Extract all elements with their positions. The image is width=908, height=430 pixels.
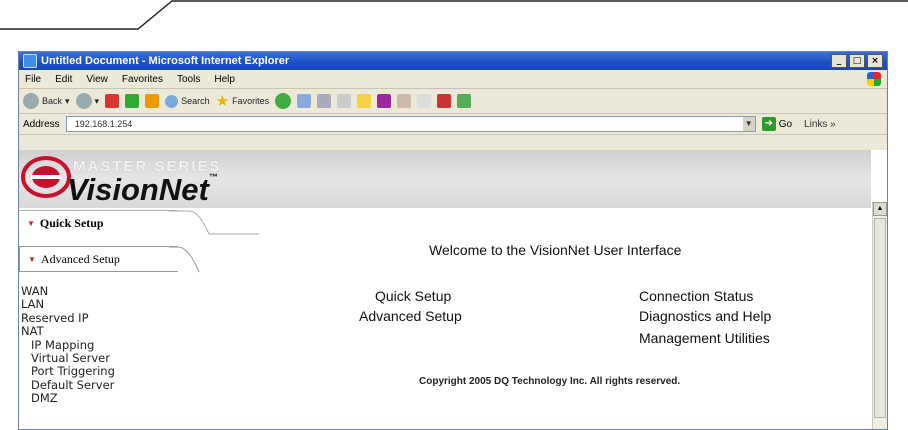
ie-icon — [23, 54, 37, 68]
go-button[interactable]: ➔ Go — [761, 117, 793, 131]
back-label: Back — [42, 96, 63, 106]
sidebar-item-nat[interactable]: NAT — [21, 324, 115, 338]
visionnet-logo-text: VisionNet™ — [67, 172, 218, 208]
maximize-button[interactable]: □ — [849, 54, 865, 68]
search-label: Search — [181, 96, 210, 106]
windows-logo-icon — [867, 72, 881, 86]
title-bar: Untitled Document - Microsoft Internet E… — [19, 52, 887, 70]
minimize-button[interactable]: _ — [831, 54, 847, 68]
messenger-icon[interactable] — [377, 94, 392, 108]
sidebar-item-lan[interactable]: LAN — [21, 297, 115, 311]
forward-button[interactable]: ▾ — [75, 93, 99, 109]
sidebar-item-dmz[interactable]: DMZ — [21, 391, 115, 405]
connection-status-link[interactable]: Connection Status — [639, 288, 753, 304]
tab-quick-setup[interactable]: ▼ Quick Setup — [19, 210, 177, 235]
triangle-down-icon: ▼ — [27, 218, 35, 228]
standard-toolbar: Back ▾ ▾ Search ★ Favorites — [19, 89, 887, 114]
vertical-scrollbar[interactable]: ▲ — [872, 202, 887, 429]
research-icon[interactable] — [397, 94, 412, 108]
trademark: ™ — [208, 172, 218, 182]
menu-view[interactable]: View — [86, 74, 108, 85]
menu-tools[interactable]: Tools — [177, 74, 200, 85]
home-icon[interactable] — [145, 94, 160, 108]
links-button[interactable]: Links » — [804, 119, 836, 130]
sidebar-item-wan[interactable]: WAN — [21, 284, 115, 298]
page-content: MASTER SERIES VisionNet™ ▼ Quick Setup ▼… — [19, 150, 887, 429]
quick-setup-link[interactable]: Quick Setup — [375, 288, 451, 304]
address-value: 192.168.1.254 — [74, 119, 133, 129]
browser-window: Untitled Document - Microsoft Internet E… — [18, 51, 888, 430]
sidebar-item-port-triggering[interactable]: Port Triggering — [21, 365, 115, 379]
forward-arrow-icon — [75, 93, 92, 109]
history-icon[interactable] — [297, 94, 312, 108]
scroll-up-arrow-icon[interactable]: ▲ — [873, 202, 887, 216]
address-bar: Address 192.168.1.254 ▼ ➔ Go Links » — [19, 114, 887, 135]
mail-icon[interactable] — [317, 94, 332, 108]
address-input[interactable]: 192.168.1.254 ▼ — [65, 116, 756, 132]
menu-edit[interactable]: Edit — [55, 74, 72, 85]
back-arrow-icon — [23, 93, 39, 109]
visionnet-logo-icon — [21, 156, 71, 198]
close-button[interactable]: × — [867, 54, 883, 68]
favorites-label: Favorites — [232, 96, 270, 106]
media-icon[interactable] — [275, 93, 292, 109]
tab-advanced-setup-label: Advanced Setup — [40, 251, 120, 266]
address-dropdown-icon[interactable]: ▼ — [742, 117, 755, 131]
sidebar-menu: WAN LAN Reserved IP NAT IP Mapping Virtu… — [21, 284, 115, 406]
star-icon: ★ — [215, 93, 230, 110]
search-button[interactable]: Search — [165, 94, 210, 108]
toolbar-extra-icon[interactable] — [437, 94, 452, 108]
diagnostics-link[interactable]: Diagnostics and Help — [639, 308, 771, 324]
window-title: Untitled Document - Microsoft Internet E… — [41, 55, 290, 67]
advanced-setup-link[interactable]: Advanced Setup — [359, 308, 462, 324]
menu-file[interactable]: File — [25, 74, 41, 85]
go-arrow-icon: ➔ — [761, 117, 776, 131]
menu-favorites[interactable]: Favorites — [122, 74, 163, 85]
tab-advanced-setup[interactable]: ▼ Advanced Setup — [19, 246, 178, 272]
welcome-heading: Welcome to the VisionNet User Interface — [429, 242, 682, 258]
visionnet-banner: MASTER SERIES VisionNet™ — [19, 150, 871, 208]
stop-icon[interactable] — [105, 94, 120, 108]
refresh-icon[interactable] — [125, 94, 140, 108]
search-icon — [165, 94, 179, 108]
toolbar-extra2-icon[interactable] — [457, 94, 472, 108]
sidebar-item-ip-mapping[interactable]: IP Mapping — [21, 338, 115, 352]
menu-bar: File Edit View Favorites Tools Help — [19, 70, 887, 89]
favorites-button[interactable]: ★ Favorites — [216, 92, 269, 110]
scroll-thumb[interactable] — [874, 218, 886, 418]
sidebar-item-default-server[interactable]: Default Server — [21, 378, 115, 392]
copyright-text: Copyright 2005 DQ Technology Inc. All ri… — [419, 376, 681, 387]
triangle-down-icon-2: ▼ — [28, 254, 36, 264]
user-icon[interactable] — [417, 94, 432, 108]
go-label: Go — [778, 118, 793, 130]
menu-help[interactable]: Help — [214, 74, 235, 85]
folder-icon[interactable] — [357, 94, 372, 108]
sidebar-item-virtual-server[interactable]: Virtual Server — [21, 351, 115, 365]
address-label: Address — [23, 118, 60, 130]
product-name: VisionNet — [67, 172, 209, 207]
sidebar-item-reserved-ip[interactable]: Reserved IP — [21, 311, 115, 325]
tab-quick-curve — [169, 210, 259, 235]
print-icon[interactable] — [337, 94, 352, 108]
management-utilities-link[interactable]: Management Utilities — [639, 330, 770, 346]
back-button[interactable]: Back ▾ — [23, 93, 70, 109]
tab-advanced-curve — [169, 246, 200, 273]
page-header-rule — [0, 0, 908, 30]
tab-quick-setup-label: Quick Setup — [39, 215, 104, 230]
